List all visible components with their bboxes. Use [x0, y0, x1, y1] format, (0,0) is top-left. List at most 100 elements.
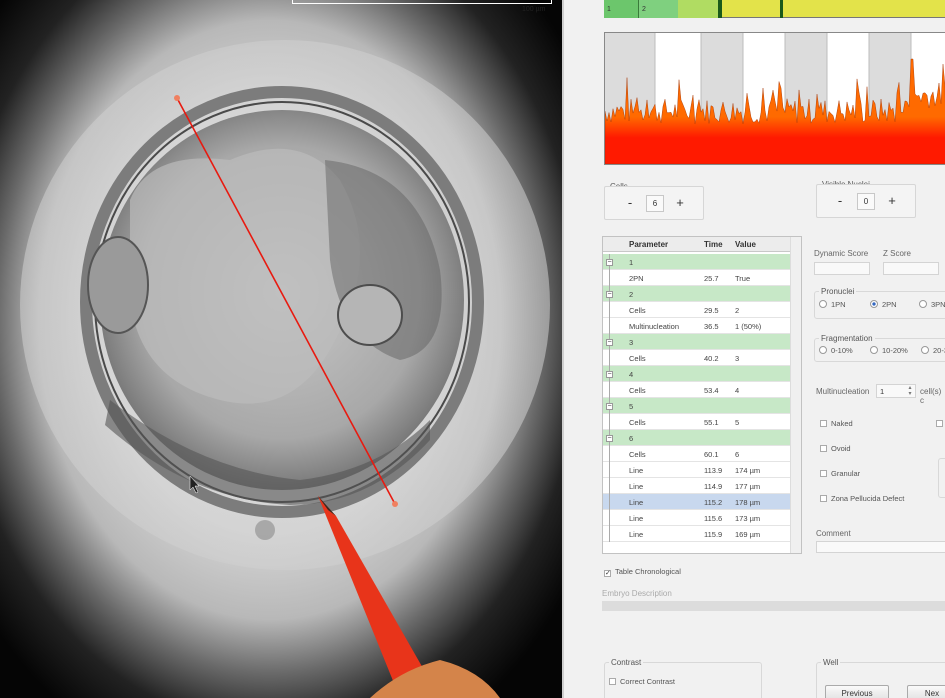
- collapse-icon[interactable]: −: [606, 339, 613, 346]
- cell-value: True: [735, 274, 751, 283]
- previous-well-button[interactable]: Previous: [825, 685, 889, 698]
- cell-value: 174 µm: [735, 466, 761, 475]
- cell-time: 29.5: [704, 306, 719, 315]
- comment-label: Comment: [816, 529, 851, 538]
- granular-checkbox[interactable]: Granular: [820, 469, 860, 478]
- column-header-time[interactable]: Time: [704, 240, 723, 249]
- nuclei-increment-button[interactable]: +: [885, 193, 899, 209]
- cell-time: 53.4: [704, 386, 719, 395]
- pronuclei-group: Pronuclei 1PN 2PN 3PN: [814, 287, 945, 319]
- fragmentation-option-20-30[interactable]: 20-3: [921, 346, 945, 355]
- table-row[interactable]: Line 115.9 169 µm: [603, 526, 791, 542]
- zona-defect-checkbox[interactable]: Zona Pellucida Defect: [820, 494, 904, 503]
- checkbox-icon: [820, 420, 827, 427]
- cell-time: 114.9: [704, 482, 723, 491]
- table-row[interactable]: 2PN 25.7 True: [603, 270, 791, 286]
- scale-label: 100 µm: [522, 6, 546, 13]
- checkbox-icon: [820, 445, 827, 452]
- measurement-start-handle[interactable]: [174, 95, 180, 101]
- cell-param: Cells: [629, 306, 646, 315]
- table-row[interactable]: Cells 40.2 3: [603, 350, 791, 366]
- cells-increment-button[interactable]: +: [673, 195, 687, 211]
- cell-param: Line: [629, 514, 644, 523]
- embryo-description-field[interactable]: [602, 601, 945, 611]
- cell-param: Multinucleation: [629, 322, 680, 331]
- table-row[interactable]: Multinucleation 36.5 1 (50%): [603, 318, 791, 334]
- z-score-field[interactable]: [883, 262, 939, 275]
- table-row[interactable]: Line 113.9 174 µm: [603, 462, 791, 478]
- table-row[interactable]: Cells 60.1 6: [603, 446, 791, 462]
- cell-param: 5: [629, 402, 634, 411]
- table-chronological-checkbox[interactable]: ✓ Table Chronological: [604, 567, 681, 577]
- spin-arrows-icon[interactable]: ▴ ▾: [906, 385, 914, 397]
- column-header-parameter[interactable]: Parameter: [629, 240, 668, 249]
- nuclei-value[interactable]: 0: [857, 193, 875, 210]
- radio-icon: [919, 300, 927, 308]
- table-scrollbar[interactable]: [790, 237, 801, 553]
- fragmentation-group: Fragmentation 0-10% 10-20% 20-3: [814, 334, 945, 362]
- timeline-strip[interactable]: 1 2: [604, 0, 945, 18]
- table-row[interactable]: Line 115.2 178 µm: [603, 494, 791, 510]
- cell-value: 169 µm: [735, 530, 761, 539]
- pronuclei-option-3pn[interactable]: 3PN: [919, 300, 945, 309]
- tree-line: [609, 446, 619, 462]
- pronuclei-option-1pn[interactable]: 1PN: [819, 300, 846, 309]
- cell-time: 115.2: [704, 498, 723, 507]
- cell-value: 6: [735, 450, 740, 459]
- collapse-icon[interactable]: −: [606, 435, 613, 442]
- embryo-description-label: Embryo Description: [602, 589, 672, 598]
- cell-param: 2: [629, 290, 634, 299]
- cells-stepper: - 6 +: [604, 186, 704, 220]
- table-group-row[interactable]: −3: [603, 334, 791, 350]
- tree-line: [609, 478, 619, 494]
- table-group-row[interactable]: −6: [603, 430, 791, 446]
- fragmentation-option-0-10[interactable]: 0-10%: [819, 346, 853, 355]
- collapse-icon[interactable]: −: [606, 291, 613, 298]
- cell-time: 36.5: [704, 322, 719, 331]
- table-group-row[interactable]: −1: [603, 254, 791, 270]
- column-header-value[interactable]: Value: [735, 240, 756, 249]
- table-row[interactable]: Cells 53.4 4: [603, 382, 791, 398]
- cell-param: 1: [629, 258, 634, 267]
- cell-time: 60.1: [704, 450, 719, 459]
- measurement-end-handle[interactable]: [392, 501, 398, 507]
- cell-param: Line: [629, 530, 644, 539]
- table-row[interactable]: Line 115.6 173 µm: [603, 510, 791, 526]
- pronuclei-option-2pn[interactable]: 2PN: [870, 300, 897, 309]
- dynamic-score-field[interactable]: [814, 262, 870, 275]
- cell-value: 1 (50%): [735, 322, 762, 331]
- nuclei-decrement-button[interactable]: -: [833, 193, 847, 209]
- cell-param: 4: [629, 370, 634, 379]
- table-row[interactable]: Cells 55.1 5: [603, 414, 791, 430]
- collapse-icon[interactable]: −: [606, 259, 613, 266]
- next-well-button[interactable]: Nex: [907, 685, 945, 698]
- ovoid-checkbox[interactable]: Ovoid: [820, 444, 851, 453]
- extra-checkbox[interactable]: [936, 419, 945, 428]
- tree-line: [609, 318, 619, 334]
- timeline-segment[interactable]: 1: [604, 0, 638, 18]
- table-group-row[interactable]: −4: [603, 366, 791, 382]
- collapse-icon[interactable]: −: [606, 371, 613, 378]
- cell-value: 177 µm: [735, 482, 761, 491]
- microscope-view[interactable]: 100 µm: [0, 0, 562, 698]
- cell-value: 173 µm: [735, 514, 761, 523]
- fragmentation-legend: Fragmentation: [819, 334, 875, 343]
- naked-checkbox[interactable]: Naked: [820, 419, 853, 428]
- table-header: Parameter Time Value: [603, 237, 791, 252]
- table-group-row[interactable]: −5: [603, 398, 791, 414]
- cells-decrement-button[interactable]: -: [623, 195, 637, 211]
- fragmentation-option-10-20[interactable]: 10-20%: [870, 346, 908, 355]
- cell-value: 3: [735, 354, 740, 363]
- correct-contrast-checkbox[interactable]: Correct Contrast: [609, 677, 675, 686]
- collapse-icon[interactable]: −: [606, 403, 613, 410]
- tree-line: [609, 350, 619, 366]
- parameter-table[interactable]: Parameter Time Value −1 2PN 25.7 True −2 Cell…: [602, 236, 802, 554]
- table-row[interactable]: Cells 29.5 2: [603, 302, 791, 318]
- cell-param: Line: [629, 482, 644, 491]
- cells-value[interactable]: 6: [646, 195, 664, 212]
- comment-field[interactable]: [816, 541, 945, 553]
- table-row[interactable]: Line 114.9 177 µm: [603, 478, 791, 494]
- multinucleation-suffix: cell(s) c: [920, 387, 942, 405]
- table-group-row[interactable]: −2: [603, 286, 791, 302]
- timeline-segment[interactable]: 2: [638, 0, 678, 18]
